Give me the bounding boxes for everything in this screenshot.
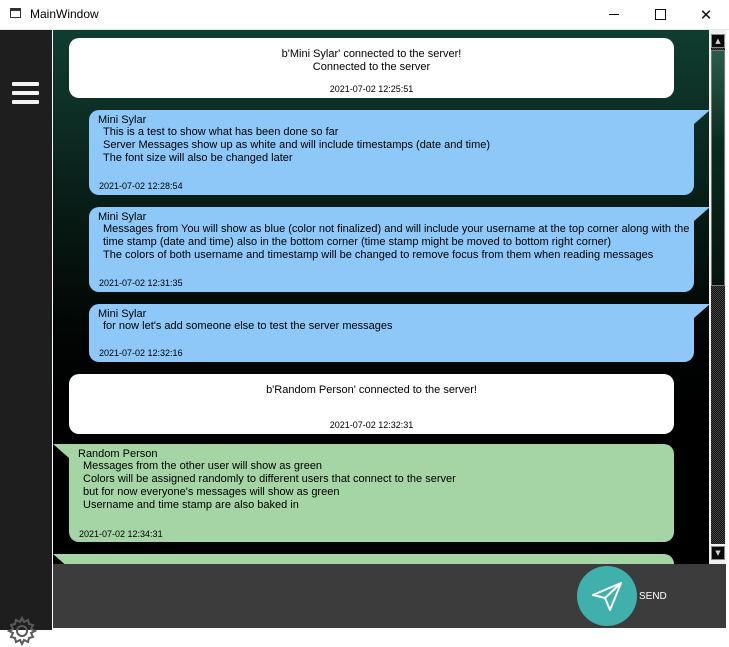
message-line: Username and time stamp are also baked i… [83, 499, 299, 511]
close-icon: ✕ [699, 5, 713, 24]
own-message: Mini Sylar This is a test to show what h… [89, 110, 694, 195]
maximize-button[interactable] [637, 0, 683, 29]
server-message: b'Mini Sylar' connected to the server! C… [69, 38, 674, 98]
other-user-message-partial [69, 554, 674, 564]
message-timestamp: 2021-07-02 12:25:51 [329, 84, 414, 94]
window-title: MainWindow [30, 7, 99, 21]
server-message-line: Connected to the server [312, 61, 431, 73]
message-line: Messages from You will show as blue (col… [103, 223, 690, 235]
bubble-tail [694, 207, 709, 221]
server-message-line: b'Mini Sylar' connected to the server! [281, 48, 462, 60]
own-message: Mini Sylar Messages from You will show a… [89, 207, 694, 292]
message-username: Mini Sylar [98, 114, 147, 126]
minimize-button[interactable] [591, 0, 637, 29]
message-line: Server Messages show up as white and wil… [103, 139, 491, 151]
other-user-message: Random Person Messages from the other us… [69, 444, 674, 542]
chat-scrollbar[interactable]: ▲ ▼ [709, 30, 726, 564]
server-message-line: b'Random Person' connected to the server… [266, 384, 477, 396]
minimize-icon [609, 14, 619, 15]
scroll-up-button[interactable]: ▲ [711, 34, 725, 48]
message-line: but for now everyone's messages will sho… [83, 486, 340, 498]
message-timestamp: 2021-07-02 12:34:31 [79, 529, 163, 539]
bubble-tail [694, 304, 709, 318]
message-username: Random Person [78, 448, 158, 460]
maximize-icon [654, 9, 666, 20]
message-username: Mini Sylar [98, 211, 147, 223]
message-timestamp: 2021-07-02 12:28:54 [99, 181, 183, 191]
hamburger-menu-icon[interactable] [12, 82, 39, 104]
send-button[interactable] [577, 566, 637, 626]
bubble-tail [694, 110, 709, 124]
send-paper-plane-icon [592, 582, 622, 611]
message-line: Messages from the other user will show a… [83, 460, 323, 472]
message-timestamp: 2021-07-02 12:32:31 [329, 420, 414, 430]
message-username: Mini Sylar [98, 308, 147, 320]
bubble-tail [53, 444, 69, 458]
message-timestamp: 2021-07-02 12:31:35 [99, 278, 183, 288]
sidebar [0, 30, 52, 647]
scroll-down-button[interactable]: ▼ [711, 546, 725, 560]
message-line: The font size will also be changed later [103, 152, 293, 164]
gear-icon[interactable] [6, 615, 38, 647]
chat-message-area[interactable]: b'Mini Sylar' connected to the server! C… [53, 30, 709, 564]
server-message: b'Random Person' connected to the server… [69, 374, 674, 434]
bubble-tail [53, 554, 69, 564]
message-line: The colors of both username and timestam… [103, 249, 654, 261]
own-message: Mini Sylar for now let's add someone els… [89, 304, 694, 362]
message-line: time stamp (date and time) also in the b… [103, 236, 612, 248]
app-window-icon [10, 8, 21, 18]
message-timestamp: 2021-07-02 12:32:16 [99, 348, 183, 358]
scroll-thumb[interactable] [711, 50, 725, 286]
message-line: for now let's add someone else to test t… [103, 320, 393, 332]
message-line: This is a test to show what has been don… [103, 126, 339, 138]
close-button[interactable]: ✕ [683, 0, 729, 29]
send-label[interactable]: SEND [639, 591, 667, 602]
message-line: Colors will be assigned randomly to diff… [83, 473, 456, 485]
title-bar: MainWindow ✕ [0, 0, 729, 30]
